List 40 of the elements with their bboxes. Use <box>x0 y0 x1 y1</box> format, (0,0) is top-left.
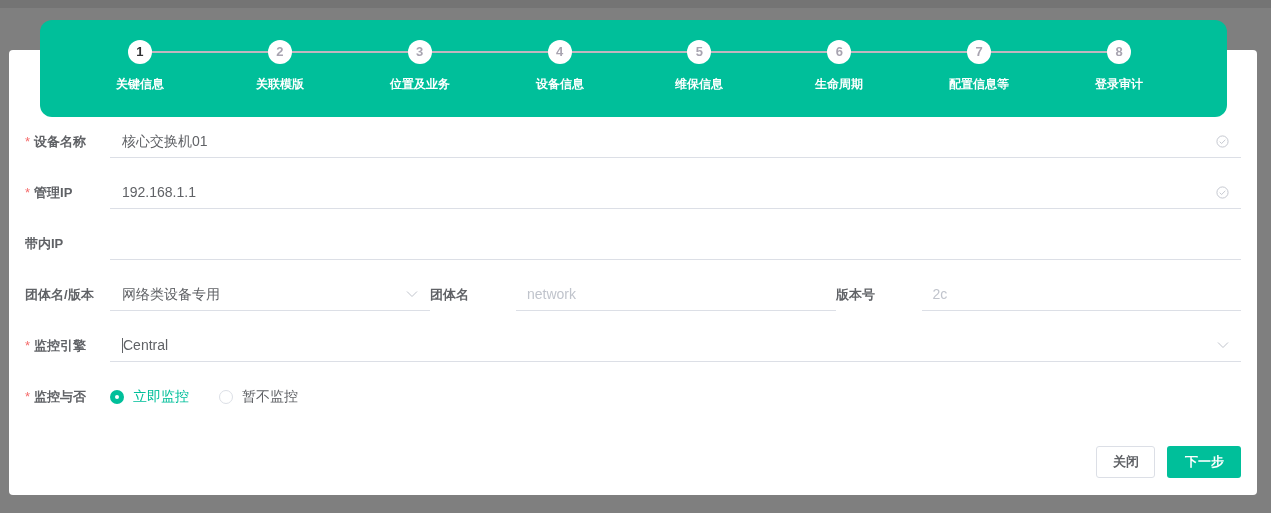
check-circle-icon <box>1216 185 1229 199</box>
close-button[interactable]: 关闭 <box>1096 446 1155 478</box>
step-label[interactable]: 登录审计 <box>1095 75 1144 93</box>
field-label: 监控与否 <box>34 387 87 406</box>
step-label[interactable]: 配置信息等 <box>949 75 1010 93</box>
step-label[interactable]: 关联模版 <box>255 75 304 93</box>
step-label[interactable]: 维保信息 <box>675 75 724 93</box>
text-field[interactable]: 核心交换机01 <box>110 125 1241 158</box>
field-value: 核心交换机01 <box>122 131 209 151</box>
required-mark: * <box>25 183 31 202</box>
next-button[interactable]: 下一步 <box>1167 446 1241 478</box>
radio-button[interactable] <box>110 389 124 404</box>
step-label[interactable]: 生命周期 <box>815 75 864 93</box>
text-field[interactable]: 192.168.1.1 <box>110 176 1241 209</box>
required-mark: * <box>25 387 31 406</box>
chevron-down-icon <box>1217 341 1229 349</box>
check-circle-icon <box>1216 134 1229 148</box>
radio-label[interactable]: 立即监控 <box>133 386 189 407</box>
text-field[interactable]: network <box>516 278 836 311</box>
required-mark: * <box>25 132 31 151</box>
step-label[interactable]: 关键信息 <box>115 75 164 93</box>
field-label: 设备名称 <box>34 132 87 151</box>
field-value: 192.168.1.1 <box>122 182 197 202</box>
field-label: 团体名 <box>430 285 469 304</box>
select-field[interactable]: 网络类设备专用 <box>110 278 430 311</box>
radio-button[interactable] <box>219 389 233 404</box>
field-value: 网络类设备专用 <box>122 284 221 304</box>
field-value: Central <box>123 335 170 355</box>
field-label: 管理IP <box>34 183 73 202</box>
radio-label[interactable]: 暂不监控 <box>242 386 298 407</box>
required-mark: * <box>25 336 31 355</box>
field-label: 版本号 <box>835 285 875 304</box>
field-label: 带内IP <box>25 234 64 253</box>
select-field[interactable]: Central <box>110 329 1241 362</box>
step-label[interactable]: 位置及业务 <box>389 75 450 93</box>
field-label: 监控引擎 <box>34 336 87 355</box>
chevron-down-icon <box>406 290 418 298</box>
field-label: 团体名/版本 <box>25 285 94 304</box>
text-field[interactable]: 2c <box>921 278 1241 311</box>
step-label[interactable]: 设备信息 <box>535 75 584 93</box>
